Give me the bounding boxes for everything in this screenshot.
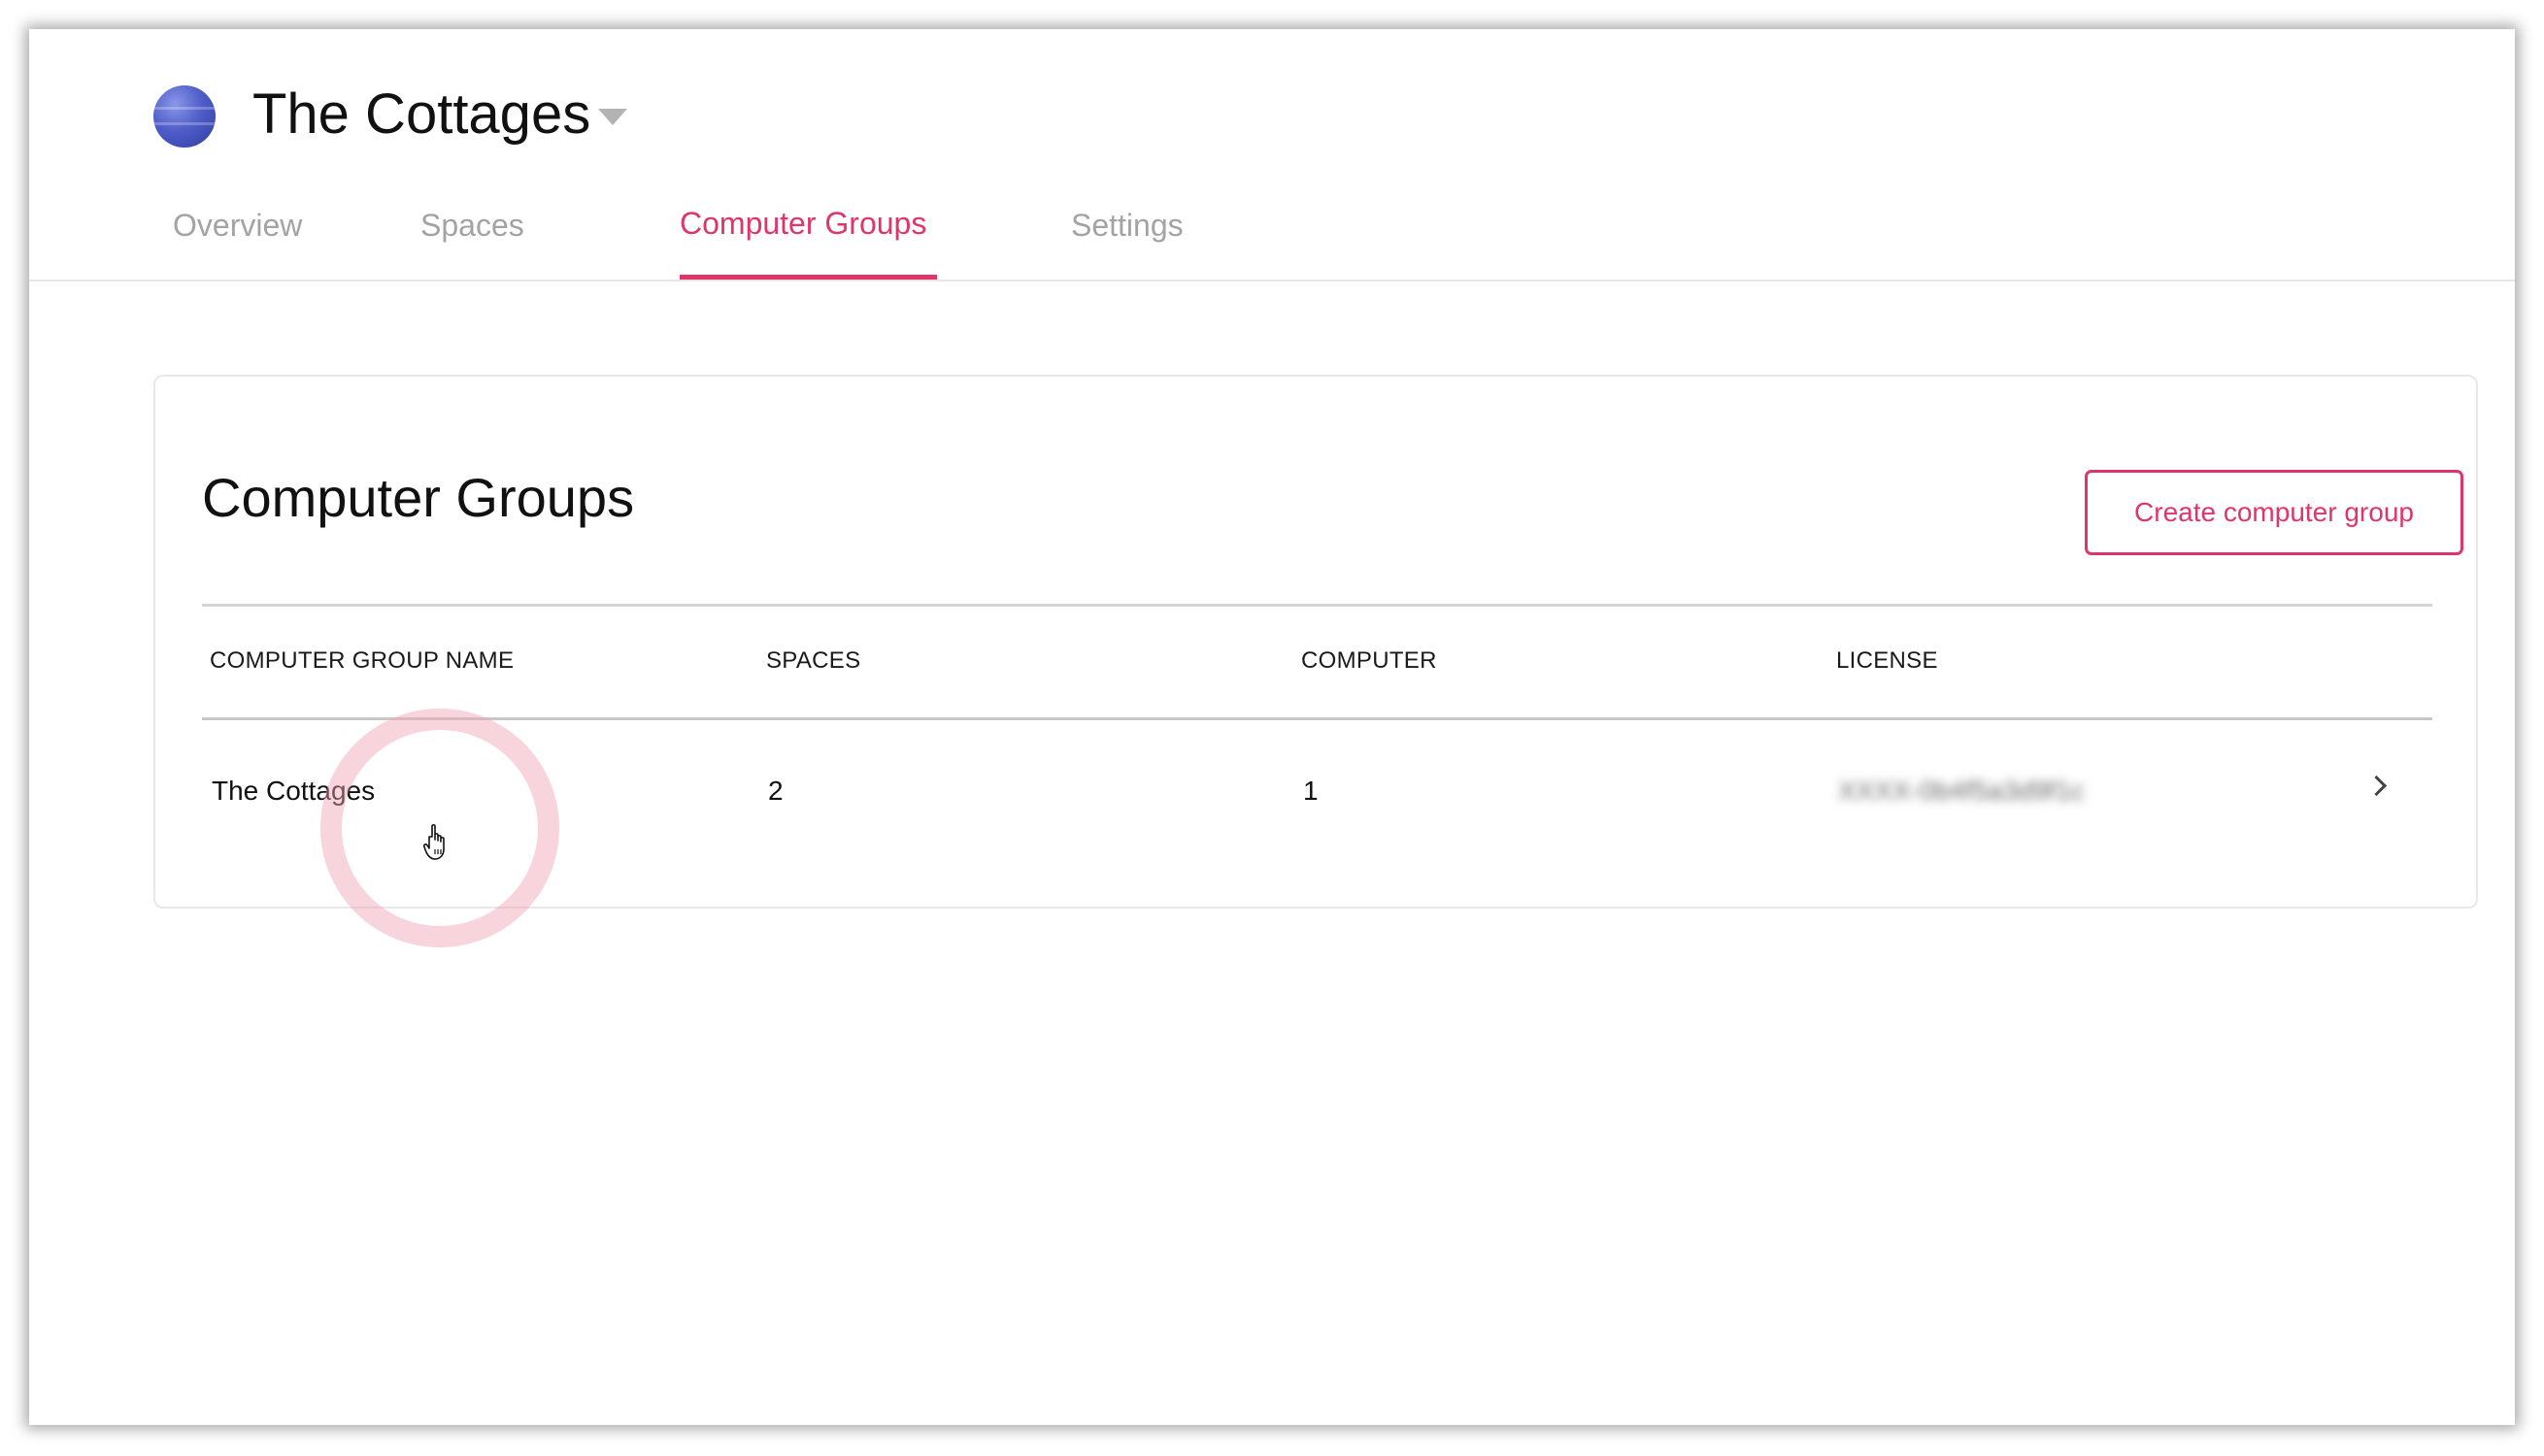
row-license-key: XXXX-0b4f5a3d9f1c <box>1838 776 2085 806</box>
column-header-license: LICENSE <box>1836 647 1938 674</box>
row-group-name[interactable]: The Cottages <box>212 773 375 810</box>
row-spaces-count: 2 <box>768 776 784 806</box>
tab-computer-groups[interactable]: Computer Groups <box>680 202 926 245</box>
column-header-spaces: SPACES <box>766 647 861 674</box>
tab-spaces[interactable]: Spaces <box>420 204 524 247</box>
table-top-divider <box>202 604 2432 607</box>
caret-down-icon[interactable] <box>598 109 627 125</box>
column-header-computer: COMPUTER <box>1301 647 1437 674</box>
tab-overview[interactable]: Overview <box>173 204 302 247</box>
row-computer-count: 1 <box>1303 776 1319 806</box>
computer-groups-card: Computer Groups Create computer group CO… <box>153 375 2478 909</box>
column-header-group-name: COMPUTER GROUP NAME <box>210 647 515 674</box>
active-tab-indicator <box>680 275 937 280</box>
org-name: The Cottages <box>252 83 591 146</box>
org-avatar <box>153 85 216 148</box>
page-header: The Cottages Overview Spaces Computer Gr… <box>29 29 2515 281</box>
app-window: The Cottages Overview Spaces Computer Gr… <box>29 29 2515 1425</box>
section-title: Computer Groups <box>202 467 635 528</box>
tab-settings[interactable]: Settings <box>1071 204 1184 247</box>
create-computer-group-button[interactable]: Create computer group <box>2085 470 2463 555</box>
